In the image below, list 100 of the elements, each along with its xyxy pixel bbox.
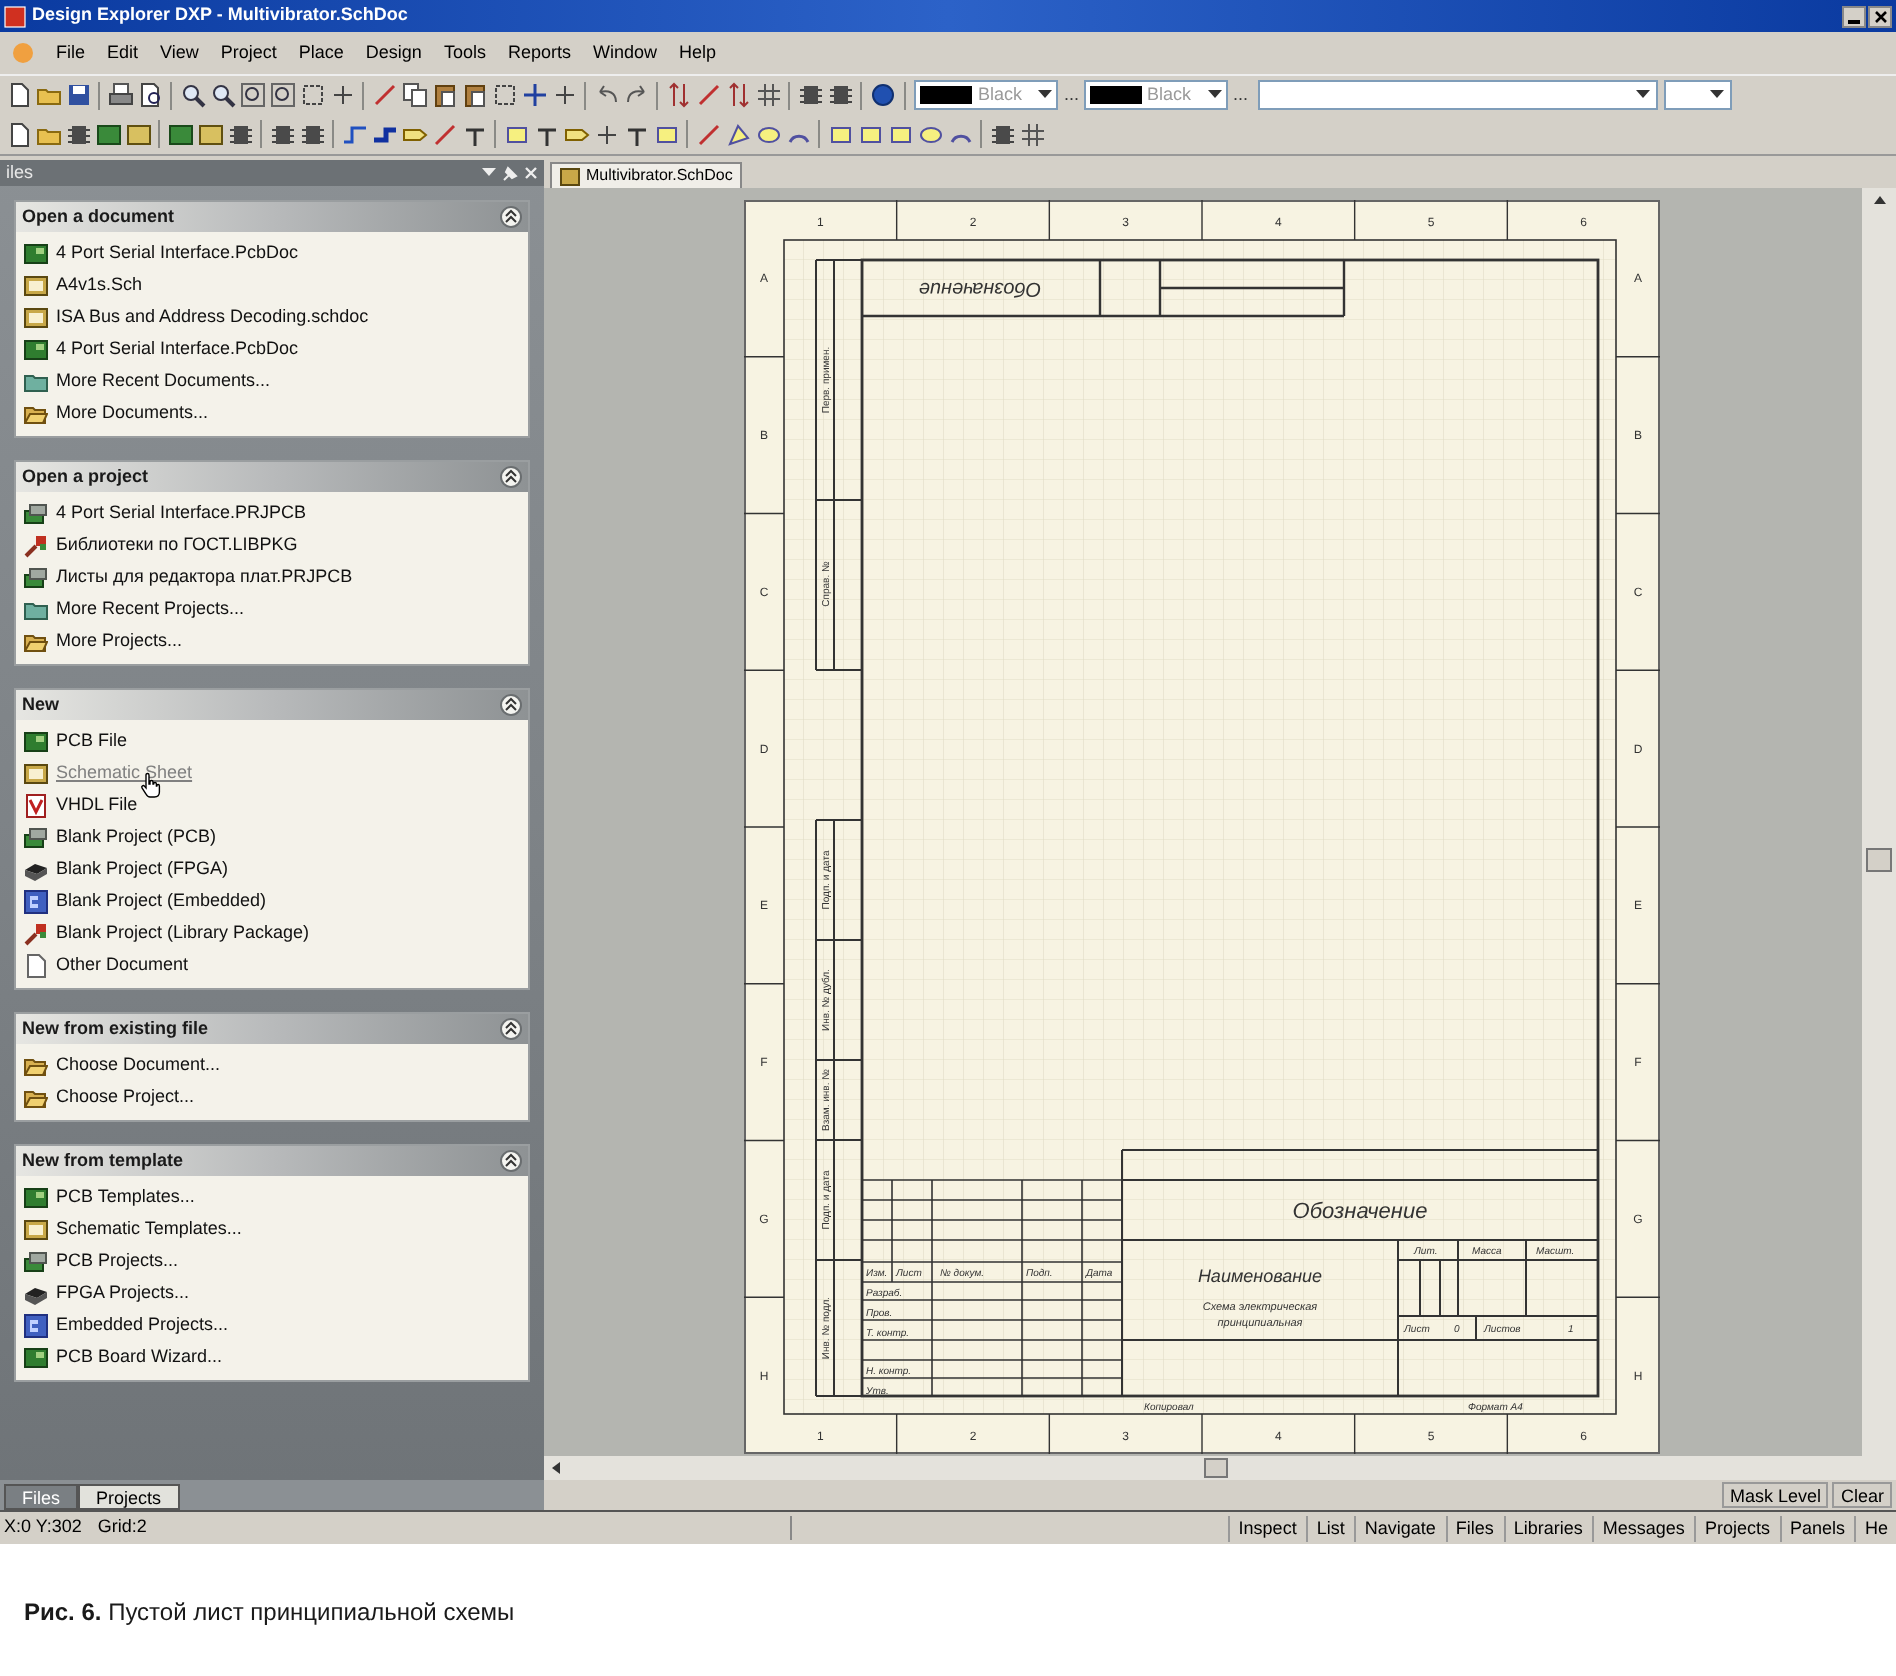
scroll-thumb[interactable] (1204, 1458, 1228, 1478)
line-icon[interactable] (370, 81, 398, 109)
panel-tab[interactable]: Files (4, 1484, 79, 1510)
panel-link[interactable]: PCB File (56, 728, 128, 756)
magnifier-icon[interactable] (178, 81, 206, 109)
panel-link[interactable]: ISA Bus and Address Decoding.schdoc (56, 304, 369, 332)
combo-field[interactable] (1258, 80, 1659, 110)
chip-icon[interactable] (226, 120, 254, 148)
magnifier-box-icon[interactable] (238, 81, 266, 109)
panel-link[interactable]: VHDL File (56, 792, 138, 820)
panel-button[interactable]: Libraries (1503, 1515, 1591, 1541)
move-arrows-icon[interactable] (520, 81, 548, 109)
crosshair-icon[interactable] (328, 81, 356, 109)
panel-link[interactable]: Листы для редактора плат.PRJPCB (56, 564, 353, 592)
panel-link[interactable]: PCB Board Wizard... (56, 1344, 223, 1372)
panel-link[interactable]: Библиотеки по ГОСТ.LIBPKG (56, 532, 298, 560)
section-header[interactable]: New from existing file (16, 1014, 528, 1044)
grid-icon[interactable] (754, 81, 782, 109)
panel-button[interactable]: Inspect (1228, 1515, 1305, 1541)
more-colors-button[interactable]: ... (1062, 81, 1082, 109)
section-header[interactable]: New from template (16, 1146, 528, 1176)
panel-button[interactable]: List (1306, 1515, 1353, 1541)
section-header[interactable]: Open a project (16, 462, 528, 492)
dashed-box-icon[interactable] (490, 81, 518, 109)
board-icon[interactable] (94, 120, 122, 148)
panel-link[interactable]: Schematic Templates... (56, 1216, 242, 1244)
board-icon[interactable] (166, 120, 194, 148)
clear-button[interactable]: Clear (1832, 1482, 1892, 1508)
chip-icon[interactable] (64, 120, 92, 148)
chip-icon[interactable] (298, 120, 326, 148)
panel-link[interactable]: Other Document (56, 952, 189, 980)
sheet-icon[interactable] (124, 120, 152, 148)
minimize-button[interactable] (1842, 5, 1866, 27)
panel-button[interactable]: Projects (1694, 1515, 1778, 1541)
panel-link[interactable]: PCB Templates... (56, 1184, 195, 1212)
panel-link[interactable]: PCB Projects... (56, 1248, 179, 1276)
sheet-icon[interactable] (196, 120, 224, 148)
scroll-thumb[interactable] (1866, 848, 1892, 872)
crosshair-icon[interactable] (550, 81, 578, 109)
panel-button[interactable]: Files (1445, 1515, 1502, 1541)
chip-icon[interactable] (268, 120, 296, 148)
line-icon[interactable] (430, 120, 458, 148)
collapse-chevron-icon[interactable] (500, 1150, 522, 1172)
panel-link[interactable]: Choose Project... (56, 1084, 195, 1112)
menu-item[interactable]: Place (298, 39, 344, 67)
menu-item[interactable]: Reports (507, 39, 571, 67)
collapse-chevron-icon[interactable] (500, 1018, 522, 1040)
collapse-chevron-icon[interactable] (500, 694, 522, 716)
mask-level-button[interactable]: Mask Level (1721, 1482, 1829, 1508)
help-icon[interactable] (868, 81, 896, 109)
panel-tab[interactable]: Projects (78, 1484, 180, 1510)
polygon-icon[interactable] (724, 120, 752, 148)
clipboard-icon[interactable] (430, 81, 458, 109)
crosshair-icon[interactable] (592, 120, 620, 148)
panel-button[interactable]: Navigate (1354, 1515, 1444, 1541)
menu-item[interactable]: Edit (107, 39, 139, 67)
combo-field[interactable] (1664, 80, 1733, 110)
horizontal-scrollbar[interactable] (544, 1456, 1862, 1480)
collapse-chevron-icon[interactable] (500, 466, 522, 488)
panel-link[interactable]: Embedded Projects... (56, 1312, 229, 1340)
line-icon[interactable] (694, 81, 722, 109)
dropdown-arrow-icon[interactable] (482, 168, 496, 178)
panel-link[interactable]: Blank Project (FPGA) (56, 856, 229, 884)
document-tab[interactable]: Multivibrator.SchDoc (550, 162, 743, 188)
panel-link[interactable]: Blank Project (Embedded) (56, 888, 267, 916)
menu-item[interactable]: File (56, 39, 86, 67)
panel-link[interactable]: Choose Document... (56, 1052, 221, 1080)
panel-link[interactable]: 4 Port Serial Interface.PcbDoc (56, 336, 299, 364)
chip-icon[interactable] (826, 81, 854, 109)
panel-link[interactable]: Blank Project (PCB) (56, 824, 217, 852)
panel-button[interactable]: Panels (1779, 1515, 1853, 1541)
vertical-scrollbar[interactable] (1862, 188, 1896, 1480)
panel-link[interactable]: More Documents... (56, 400, 209, 428)
line-icon[interactable] (694, 120, 722, 148)
panel-button[interactable]: He (1854, 1515, 1896, 1541)
chip-icon[interactable] (988, 120, 1016, 148)
panel-link[interactable]: Schematic Sheet (56, 760, 193, 788)
menu-item[interactable]: Project (220, 39, 277, 67)
printer-icon[interactable] (106, 81, 134, 109)
menu-item[interactable]: View (160, 39, 199, 67)
panel-link[interactable]: Blank Project (Library Package) (56, 920, 310, 948)
more-colors-button[interactable]: ... (1231, 81, 1251, 109)
up-down-arrows-icon[interactable] (724, 81, 752, 109)
panel-link[interactable]: More Recent Projects... (56, 596, 245, 624)
clipboard-icon[interactable] (460, 81, 488, 109)
menu-item[interactable]: Tools (443, 39, 486, 67)
panel-link[interactable]: 4 Port Serial Interface.PcbDoc (56, 240, 299, 268)
panel-link[interactable]: FPGA Projects... (56, 1280, 190, 1308)
up-down-arrows-icon[interactable] (664, 81, 692, 109)
chip-icon[interactable] (796, 81, 824, 109)
menu-item[interactable]: Window (592, 39, 657, 67)
copy-icon[interactable] (400, 81, 428, 109)
collapse-chevron-icon[interactable] (500, 206, 522, 228)
panel-link[interactable]: A4v1s.Sch (56, 272, 143, 300)
magnifier-icon[interactable] (208, 81, 236, 109)
panel-link[interactable]: 4 Port Serial Interface.PRJPCB (56, 500, 307, 528)
close-icon[interactable] (524, 166, 538, 180)
pin-icon[interactable] (502, 165, 518, 181)
menu-item[interactable]: Design (365, 39, 422, 67)
section-header[interactable]: New (16, 690, 528, 720)
